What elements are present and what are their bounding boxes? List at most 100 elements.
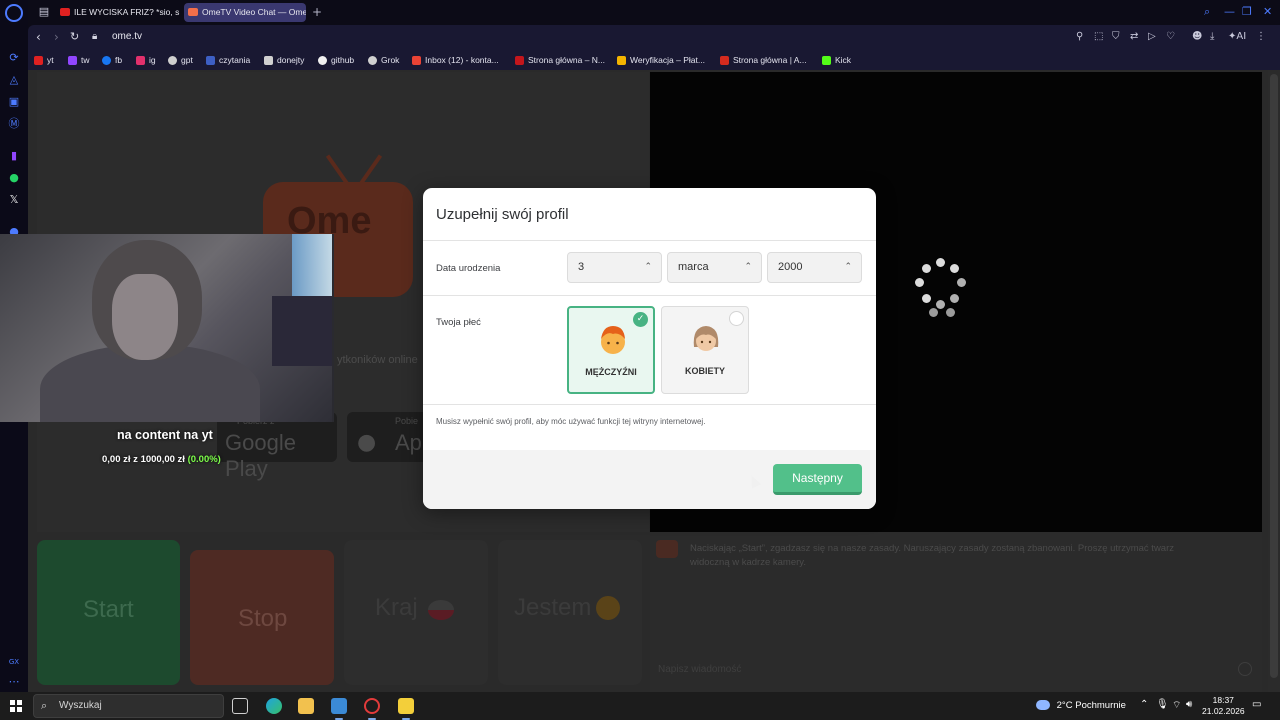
donation-goal: 0,00 zł z 1000,00 zł (0.00%) [102, 454, 221, 465]
bookmark-label: gpt [181, 55, 193, 65]
gender-male-label: MĘŻCZYŹNI [585, 367, 637, 377]
app-store-label: Ap [395, 430, 422, 455]
reload-icon[interactable]: ↻ [70, 30, 79, 44]
day-value: 3 [578, 261, 585, 273]
translate-icon[interactable]: ⇄ [1130, 30, 1138, 44]
divider [423, 240, 876, 241]
poland-flag-icon [428, 600, 454, 620]
notification-icon[interactable]: ▭ [1252, 699, 1261, 710]
start-button[interactable]: Start [37, 540, 180, 685]
gender-male-option[interactable]: MĘŻCZYŹNI ✓ [567, 306, 655, 394]
pin-icon[interactable]: ⚲ [1076, 30, 1083, 44]
file-explorer-icon[interactable] [298, 698, 314, 714]
url-field[interactable]: ome.tv [112, 31, 142, 42]
next-button[interactable]: Następny [773, 464, 862, 495]
ai-button[interactable]: ✦AI [1228, 30, 1246, 44]
whatsapp-icon[interactable]: ● [6, 170, 22, 186]
play-icon[interactable]: ▷ [1148, 30, 1156, 44]
bookmark-strona-glowna-a[interactable]: Strona główna | A... [720, 54, 807, 67]
snapshot-icon[interactable]: ⬚ [1094, 30, 1103, 44]
windows-start-icon[interactable] [10, 700, 22, 712]
edge-icon[interactable] [266, 698, 282, 714]
year-value: 2000 [778, 261, 803, 273]
bookmark-github[interactable]: github [318, 54, 354, 67]
bookmark-tw[interactable]: tw [68, 54, 90, 67]
workspace-icon[interactable]: ▣ [6, 94, 22, 110]
temperature: 2°C [1056, 700, 1073, 711]
aria-icon[interactable]: ◬ [6, 72, 22, 88]
profile-icon[interactable]: ☻ [1192, 30, 1202, 44]
forward-icon[interactable]: › [54, 30, 59, 44]
tab-bar: ▤ ILE WYCISKA FRIZ? *sio, s OmeTV Video … [28, 0, 1280, 25]
google-play-label: Google Play [225, 430, 296, 481]
microphone-icon[interactable]: 🎙︎ [1156, 699, 1169, 710]
clock[interactable]: 18:37 21.02.2026 [1202, 695, 1245, 717]
bookmark-czytania[interactable]: czytania [206, 54, 250, 67]
stop-button[interactable]: Stop [190, 550, 334, 685]
bookmark-icon [515, 56, 524, 65]
volume-icon[interactable]: 🔊︎ [1186, 699, 1192, 710]
bookmark-kick[interactable]: Kick [822, 54, 851, 67]
start-label: Start [83, 596, 134, 623]
bookmark-inbox[interactable]: Inbox (12) - konta... [412, 54, 499, 67]
refresh-icon[interactable]: ⟳ [6, 50, 22, 66]
tray-chevron-icon[interactable]: ⌃ [1140, 699, 1148, 710]
scrollbar-thumb[interactable] [1270, 74, 1278, 678]
page-scrollbar[interactable] [1268, 70, 1280, 692]
tab-label: ILE WYCISKA FRIZ? *sio, s [74, 7, 180, 17]
tab-switcher-icon[interactable]: ▤ [36, 4, 52, 20]
back-icon[interactable]: ‹ [36, 30, 41, 44]
tab-youtube[interactable]: ILE WYCISKA FRIZ? *sio, s [56, 3, 204, 22]
weather-widget[interactable]: 2°C Pochmurnie [1036, 700, 1126, 711]
chat-input[interactable]: Napisz wiadomość [658, 664, 741, 675]
gender-female-option[interactable]: KOBIETY [661, 306, 749, 394]
year-select[interactable]: 2000 ⌃ [767, 252, 862, 283]
bookmark-grok[interactable]: Grok [368, 54, 399, 67]
task-view-icon[interactable] [232, 698, 248, 714]
x-icon[interactable]: 𝕏 [6, 192, 22, 208]
app-icon[interactable] [331, 698, 347, 714]
divider [423, 404, 876, 405]
gx-icon[interactable]: GX [6, 654, 22, 670]
menu-icon[interactable]: ⋮ [1256, 30, 1266, 44]
check-icon: ✓ [633, 312, 648, 327]
sidebar-more-icon[interactable]: ⋯ [6, 674, 22, 690]
wifi-icon[interactable]: ⌔ [1172, 699, 1181, 712]
search-tabs-icon[interactable]: ⌕ [1204, 5, 1210, 19]
taskbar-search[interactable]: ⌕ Wyszukaj [33, 694, 224, 718]
close-icon[interactable]: ✕ [1263, 5, 1272, 18]
heart-icon[interactable]: ♡ [1166, 30, 1175, 44]
time: 18:37 [1212, 695, 1234, 705]
messenger-icon[interactable]: Ⓜ [6, 116, 22, 132]
opera-logo-icon[interactable] [5, 4, 23, 22]
opera-gx-icon[interactable] [364, 698, 380, 714]
bookmark-strona-glowna-n[interactable]: Strona główna – N... [515, 54, 605, 67]
shield-icon[interactable]: ⛉ [1112, 30, 1120, 44]
chevron-up-icon: ⌃ [744, 262, 752, 272]
country-button[interactable]: Kraj [344, 540, 488, 685]
day-select[interactable]: 3 ⌃ [567, 252, 662, 283]
bookmark-donejty[interactable]: donejty [264, 54, 304, 67]
twitch-icon[interactable]: ▮ [6, 148, 22, 164]
tab-ometv[interactable]: OmeTV Video Chat — Ome [184, 3, 306, 22]
facebook-icon [102, 56, 111, 65]
bookmark-yt[interactable]: yt [34, 54, 54, 67]
czytania-icon [206, 56, 215, 65]
chevron-up-icon: ⌃ [844, 262, 852, 272]
new-tab-button[interactable]: + [312, 5, 322, 19]
restore-icon[interactable]: ❐ [1242, 5, 1252, 18]
kick-icon [822, 56, 831, 65]
bookmark-ig[interactable]: ig [136, 54, 156, 67]
bookmark-weryfikacja[interactable]: Weryfikacja – Płat... [617, 54, 705, 67]
online-users-text: ytkoników online [337, 354, 418, 366]
bookmark-gpt[interactable]: gpt [168, 54, 193, 67]
gender-button[interactable]: Jestem [498, 540, 642, 685]
month-select[interactable]: marca ⌃ [667, 252, 762, 283]
stop-label: Stop [238, 605, 288, 632]
notes-icon[interactable] [398, 698, 414, 714]
bookmark-fb[interactable]: fb [102, 54, 122, 67]
minimize-icon[interactable]: — [1224, 5, 1235, 18]
download-icon[interactable]: ⤓ [1210, 30, 1214, 44]
emoji-icon[interactable] [1238, 662, 1252, 676]
ai-label: AI [1236, 31, 1247, 42]
